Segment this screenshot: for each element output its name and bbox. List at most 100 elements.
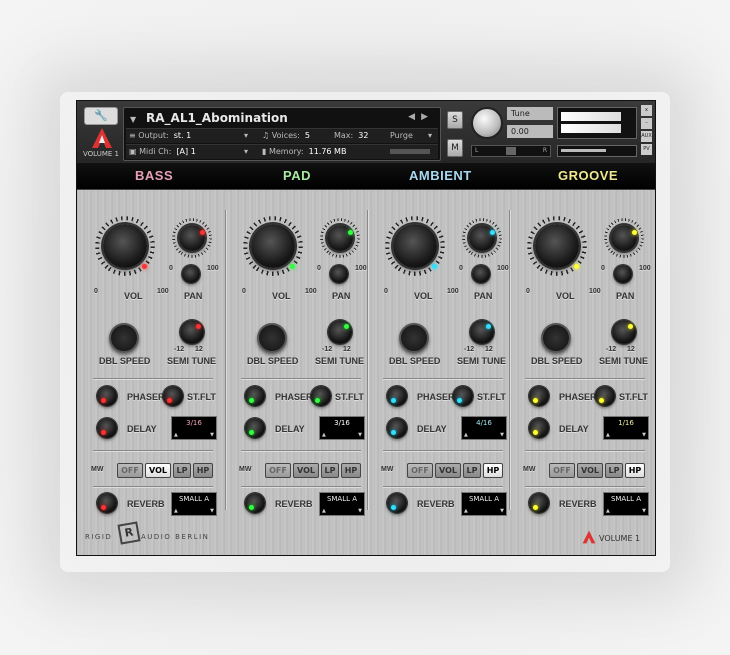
midi-dropdown-icon[interactable]: ▾	[244, 145, 248, 159]
volume-knob[interactable]	[385, 216, 445, 276]
reverb-type-selector[interactable]: SMALL A ▲ ▼	[461, 492, 507, 516]
mw-off-button[interactable]: OFF	[549, 463, 575, 478]
reverb-knob[interactable]	[529, 493, 549, 513]
mw-lp-button[interactable]: LP	[605, 463, 623, 478]
dbl-speed-button[interactable]	[541, 323, 571, 353]
pan-fine-knob[interactable]	[182, 265, 200, 283]
mw-lp-button[interactable]: LP	[173, 463, 191, 478]
delay-time-selector[interactable]: 1/16 ▲ ▼	[603, 416, 649, 440]
tab-groove[interactable]: GROOVE	[558, 163, 618, 189]
pan-handle[interactable]	[506, 147, 516, 155]
mute-button[interactable]: M	[447, 139, 463, 157]
st-flt-knob[interactable]	[163, 386, 183, 406]
mw-hp-button[interactable]: HP	[341, 463, 361, 478]
pan-knob-cap[interactable]	[611, 225, 637, 251]
tune-knob[interactable]	[471, 107, 503, 139]
wrench-icon[interactable]: 🔧	[84, 107, 118, 125]
phaser-knob[interactable]	[529, 386, 549, 406]
delay-time-selector[interactable]: 3/16 ▲ ▼	[171, 416, 217, 440]
mw-vol-button[interactable]: VOL	[577, 463, 603, 478]
dropdown-triangle-icon[interactable]: ▼	[130, 115, 136, 124]
mw-off-button[interactable]: OFF	[117, 463, 143, 478]
dbl-speed-button[interactable]	[399, 323, 429, 353]
aux-button[interactable]: AUX	[641, 131, 652, 142]
dbl-speed-button[interactable]	[257, 323, 287, 353]
pan-knob[interactable]	[172, 218, 212, 258]
reverb-next-icon[interactable]: ▼	[500, 508, 504, 514]
volume-fader[interactable]	[557, 145, 637, 157]
phaser-knob[interactable]	[387, 386, 407, 406]
mw-hp-button[interactable]: HP	[625, 463, 645, 478]
volume-knob[interactable]	[243, 216, 303, 276]
reverb-prev-icon[interactable]: ▲	[606, 508, 610, 514]
volume-knob-cap[interactable]	[535, 224, 579, 268]
close-button[interactable]: x	[641, 105, 652, 116]
midi-channel-selector[interactable]: ▣ Midi Ch: [A] 1	[129, 145, 196, 159]
reverb-knob[interactable]	[97, 493, 117, 513]
reverb-prev-icon[interactable]: ▲	[464, 508, 468, 514]
delay-knob[interactable]	[97, 418, 117, 438]
st-flt-knob[interactable]	[595, 386, 615, 406]
delay-decrement-icon[interactable]: ▲	[174, 432, 178, 438]
reverb-next-icon[interactable]: ▼	[642, 508, 646, 514]
semi-tune-knob[interactable]	[612, 320, 636, 344]
pan-knob[interactable]	[462, 218, 502, 258]
solo-button[interactable]: S	[447, 111, 463, 129]
tab-pad[interactable]: PAD	[283, 163, 311, 189]
purge-button[interactable]: Purge	[390, 129, 413, 143]
mw-hp-button[interactable]: HP	[193, 463, 213, 478]
delay-knob[interactable]	[245, 418, 265, 438]
semi-tune-knob[interactable]	[470, 320, 494, 344]
delay-decrement-icon[interactable]: ▲	[322, 432, 326, 438]
pan-knob-cap[interactable]	[469, 225, 495, 251]
volume-knob[interactable]	[527, 216, 587, 276]
phaser-knob[interactable]	[97, 386, 117, 406]
pv-button[interactable]: PV	[641, 144, 652, 155]
mw-lp-button[interactable]: LP	[463, 463, 481, 478]
delay-increment-icon[interactable]: ▼	[358, 432, 362, 438]
minimize-button[interactable]: –	[641, 118, 652, 129]
output-selector[interactable]: ≡ Output: st. 1	[129, 129, 191, 143]
delay-increment-icon[interactable]: ▼	[500, 432, 504, 438]
delay-increment-icon[interactable]: ▼	[210, 432, 214, 438]
pan-knob[interactable]	[604, 218, 644, 258]
prev-next-arrows-icon[interactable]: ◀▶	[408, 112, 434, 122]
reverb-knob[interactable]	[245, 493, 265, 513]
mw-lp-button[interactable]: LP	[321, 463, 339, 478]
delay-increment-icon[interactable]: ▼	[642, 432, 646, 438]
mw-off-button[interactable]: OFF	[407, 463, 433, 478]
reverb-prev-icon[interactable]: ▲	[322, 508, 326, 514]
reverb-next-icon[interactable]: ▼	[358, 508, 362, 514]
pan-knob-cap[interactable]	[327, 225, 353, 251]
purge-dropdown-icon[interactable]: ▾	[428, 129, 432, 143]
reverb-prev-icon[interactable]: ▲	[174, 508, 178, 514]
tab-bass[interactable]: BASS	[135, 163, 173, 189]
volume-knob-cap[interactable]	[251, 224, 295, 268]
mw-vol-button[interactable]: VOL	[435, 463, 461, 478]
delay-time-selector[interactable]: 4/16 ▲ ▼	[461, 416, 507, 440]
pan-knob-cap[interactable]	[179, 225, 205, 251]
st-flt-knob[interactable]	[453, 386, 473, 406]
delay-knob[interactable]	[529, 418, 549, 438]
reverb-type-selector[interactable]: SMALL A ▲ ▼	[319, 492, 365, 516]
mw-vol-button[interactable]: VOL	[293, 463, 319, 478]
st-flt-knob[interactable]	[311, 386, 331, 406]
pan-slider[interactable]: L R	[471, 145, 551, 157]
tab-ambient[interactable]: AMBIENT	[409, 163, 472, 189]
delay-time-selector[interactable]: 3/16 ▲ ▼	[319, 416, 365, 440]
delay-decrement-icon[interactable]: ▲	[464, 432, 468, 438]
instrument-name[interactable]: RA_AL1_Abomination	[146, 111, 288, 125]
volume-knob-cap[interactable]	[103, 224, 147, 268]
pan-fine-knob[interactable]	[330, 265, 348, 283]
reverb-type-selector[interactable]: SMALL A ▲ ▼	[171, 492, 217, 516]
output-dropdown-icon[interactable]: ▾	[244, 129, 248, 143]
phaser-knob[interactable]	[245, 386, 265, 406]
semi-tune-knob[interactable]	[328, 320, 352, 344]
volume-knob-cap[interactable]	[393, 224, 437, 268]
delay-knob[interactable]	[387, 418, 407, 438]
semi-tune-knob[interactable]	[180, 320, 204, 344]
dbl-speed-button[interactable]	[109, 323, 139, 353]
reverb-type-selector[interactable]: SMALL A ▲ ▼	[603, 492, 649, 516]
mw-off-button[interactable]: OFF	[265, 463, 291, 478]
mw-hp-button[interactable]: HP	[483, 463, 503, 478]
